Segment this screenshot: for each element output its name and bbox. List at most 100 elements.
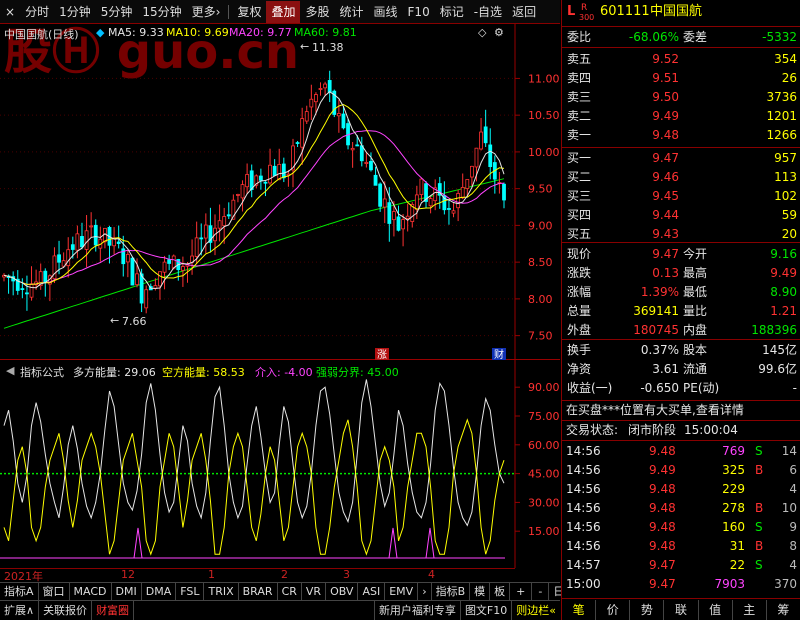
adjust-button[interactable]: 复权 <box>232 1 266 23</box>
panel-tab[interactable]: 主 <box>733 600 767 620</box>
tick-price: 9.48 <box>649 444 676 458</box>
tick-price: 9.48 <box>649 501 676 515</box>
indicator-formula-label[interactable]: 指标公式 <box>20 364 64 380</box>
quote-label: 总量 <box>567 304 592 318</box>
f10-button[interactable]: F10 <box>403 1 435 23</box>
ask-row[interactable]: 卖五 9.52 354 <box>562 50 800 68</box>
tick-volume: 160 <box>722 520 745 534</box>
quote-value: 180745 <box>633 323 679 337</box>
tab-obv[interactable]: OBV <box>326 583 359 600</box>
indicator-chart[interactable]: 90.00 75.00 60.00 45.00 30.00 15.00 ◀ 指标公式 多方… <box>0 360 560 568</box>
bid-row[interactable]: 买五 9.43 20 <box>562 225 800 243</box>
tab-window[interactable]: 窗口 <box>39 583 70 600</box>
tab-macd[interactable]: MACD <box>70 583 112 600</box>
ask-row[interactable]: 卖三 9.50 3736 <box>562 88 800 106</box>
candle-body <box>309 98 314 108</box>
tab-emv[interactable]: EMV <box>385 583 419 600</box>
draw-line-button[interactable]: 画线 <box>369 1 403 23</box>
ask-label: 卖四 <box>567 71 592 85</box>
tab-more-icon[interactable]: › <box>418 583 432 600</box>
trade-status: 闭市阶段 <box>628 423 677 437</box>
price-tick-label: 7.50 <box>528 330 553 343</box>
ask-volume: 1266 <box>766 128 797 142</box>
panel-tab[interactable]: 值 <box>699 600 733 620</box>
tab-model[interactable]: 模 <box>470 583 491 600</box>
indicator-collapse-icon[interactable]: ◀ <box>6 364 14 377</box>
tab-vr[interactable]: VR <box>302 583 327 600</box>
candle-body <box>474 147 479 168</box>
period-timeshare-button[interactable]: 分时 <box>20 1 54 23</box>
expand-button[interactable]: 扩展∧ <box>0 601 40 620</box>
ask-price: 9.49 <box>652 109 679 123</box>
stat-label: 流通 <box>683 362 708 376</box>
tab-trix[interactable]: TRIX <box>204 583 239 600</box>
statistics-button[interactable]: 统计 <box>335 1 369 23</box>
candle-body <box>25 292 29 295</box>
tab-fsl[interactable]: FSL <box>176 583 205 600</box>
wealth-circle-tab[interactable]: 财富圈 <box>92 601 135 620</box>
stat-label: 换手 <box>567 343 592 357</box>
candle-body <box>469 165 474 178</box>
overlay-button[interactable]: 叠加 <box>266 0 301 23</box>
graphic-f10-link[interactable]: 图文F10 <box>461 601 513 620</box>
candle-body <box>75 233 80 251</box>
panel-tab-bar: 笔价势联值主筹 <box>562 600 800 620</box>
stock-code: 601111 <box>600 4 650 19</box>
more-periods-button[interactable]: 更多› <box>187 1 226 23</box>
tab-board[interactable]: 板 <box>490 583 511 600</box>
time-tick: 3 <box>343 568 350 581</box>
candle-body <box>378 183 383 207</box>
period-1min-button[interactable]: 1分钟 <box>54 1 96 23</box>
period-15min-button[interactable]: 15分钟 <box>137 1 186 23</box>
ma-settings-icon[interactable]: ◆ <box>96 26 104 39</box>
mark-button[interactable]: 标记 <box>435 1 469 23</box>
tab-asi[interactable]: ASI <box>358 583 386 600</box>
related-quotes-tab[interactable]: 关联报价 <box>39 601 93 620</box>
candle-body <box>392 211 396 221</box>
ask-row[interactable]: 卖四 9.51 26 <box>562 69 800 87</box>
tab-indicator-b[interactable]: 指标B <box>432 583 471 600</box>
candle-body <box>222 216 227 227</box>
candle-body <box>236 194 240 196</box>
ask-row[interactable]: 卖一 9.48 1266 <box>562 126 800 144</box>
panel-tab[interactable]: 价 <box>596 600 631 620</box>
candle-body <box>419 178 424 195</box>
finance-badge[interactable]: 财 <box>494 348 504 361</box>
settings-icon[interactable]: ⚙ <box>494 26 504 39</box>
rise-badge[interactable]: 涨 <box>377 349 387 361</box>
panel-tab[interactable]: 笔 <box>562 600 597 620</box>
sidebar-toggle[interactable]: 则边栏« <box>512 601 560 620</box>
price-tick-label: 10.50 <box>528 109 560 122</box>
multi-stock-button[interactable]: 多股 <box>300 1 334 23</box>
quote-value: 9.16 <box>770 247 797 261</box>
diamond-icon[interactable]: ◇ <box>478 26 486 39</box>
trade-status-label: 交易状态: <box>566 423 619 437</box>
new-user-benefit-link[interactable]: 新用户福利专享 <box>373 601 461 620</box>
panel-tab[interactable]: 筹 <box>767 600 800 620</box>
tab-brar[interactable]: BRAR <box>239 583 278 600</box>
tick-row: 14:56 9.48 31 B 8 <box>562 537 800 555</box>
big-order-notice[interactable]: 在买盘***位置有大买单,查看详情 <box>562 401 800 419</box>
back-button[interactable]: 返回 <box>507 1 541 23</box>
tab-dmi[interactable]: DMI <box>112 583 142 600</box>
candlestick-chart[interactable]: 股Ⓗ guo.cn 11.00 10.50 10.00 9.50 9.00 8.50 8.0… <box>0 24 560 361</box>
zoom-out-button[interactable]: - <box>532 583 550 600</box>
period-5min-button[interactable]: 5分钟 <box>96 1 138 23</box>
close-icon[interactable]: × <box>0 1 20 23</box>
candle-body <box>116 241 121 244</box>
zoom-in-button[interactable]: + <box>510 583 533 600</box>
remove-watchlist-button[interactable]: -自选 <box>469 1 507 23</box>
tab-indicator-a[interactable]: 指标A <box>0 583 39 600</box>
panel-tab[interactable]: 联 <box>664 600 699 620</box>
ask-row[interactable]: 卖二 9.49 1201 <box>562 107 800 125</box>
tab-cr[interactable]: CR <box>278 583 302 600</box>
price-tick-label: 11.00 <box>528 72 560 85</box>
bid-row[interactable]: 买二 9.46 113 <box>562 168 800 186</box>
quote-panel: L R 300 601111 中国国航 委比 -68.06% 委差 -5332 … <box>561 0 800 620</box>
tick-volume: 769 <box>722 444 745 458</box>
panel-tab[interactable]: 势 <box>630 600 665 620</box>
tab-dma[interactable]: DMA <box>142 583 177 600</box>
bid-row[interactable]: 买四 9.44 59 <box>562 206 800 224</box>
bid-row[interactable]: 买三 9.45 102 <box>562 187 800 205</box>
bid-row[interactable]: 买一 9.47 957 <box>562 149 800 167</box>
